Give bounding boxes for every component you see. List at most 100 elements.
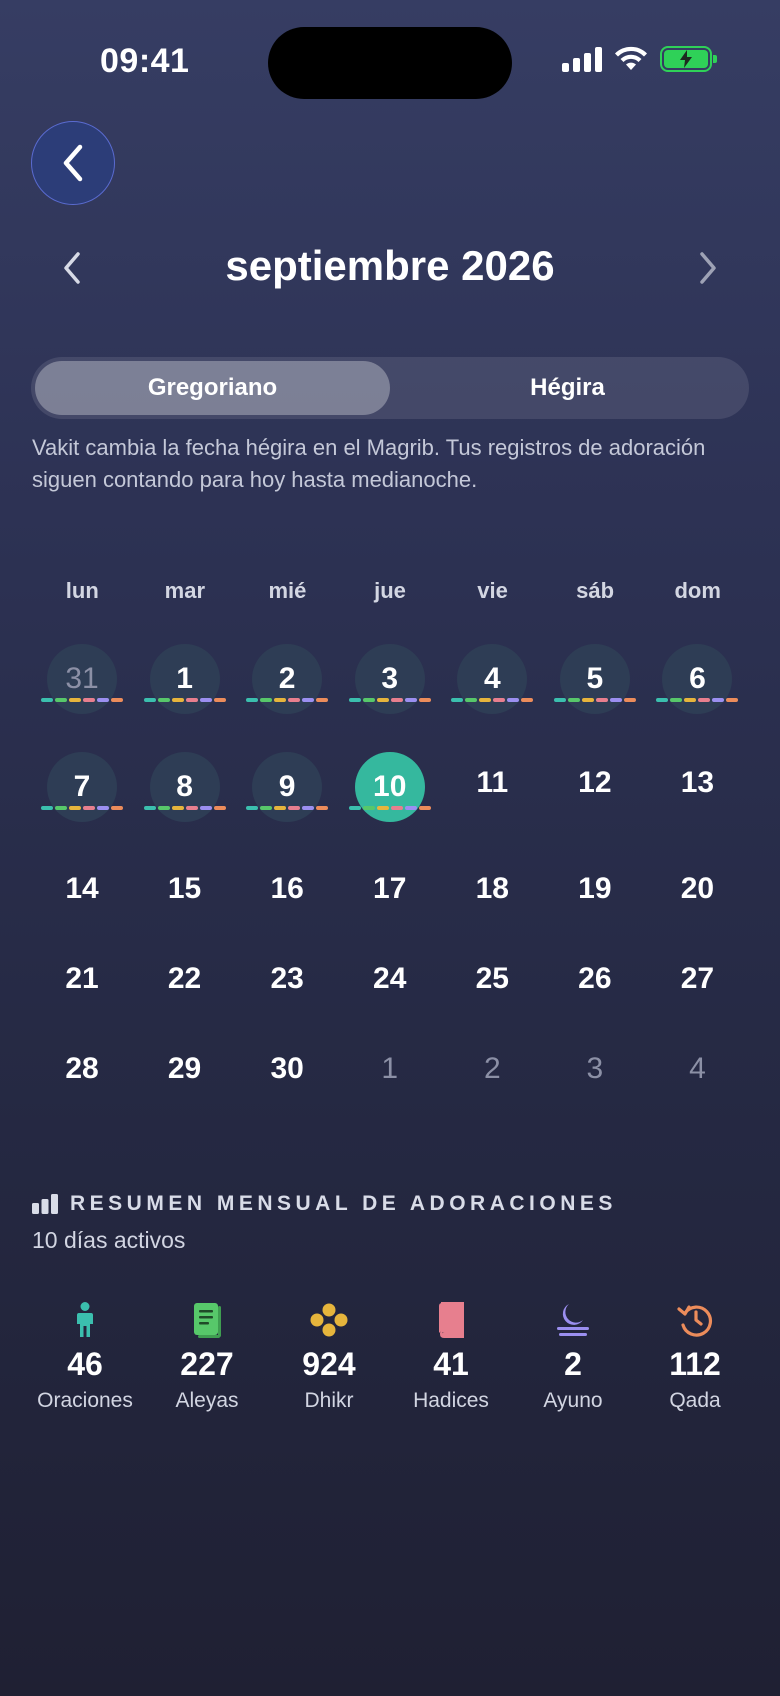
calendar-day[interactable]: 23 [236,948,338,1028]
day-number: 17 [373,872,407,905]
dynamic-island [268,27,512,99]
activity-dash [553,698,566,702]
activity-indicators [244,806,330,812]
activity-dash [479,698,492,702]
calendar-day[interactable]: 26 [544,948,646,1028]
chevron-right-icon [700,252,716,284]
calendar-day[interactable]: 8 [134,752,236,832]
month-header: septiembre 2026 [0,232,780,302]
calendar-day-today[interactable]: 10 [339,752,441,832]
calendar-day[interactable]: 13 [646,752,748,832]
activity-dash [348,698,361,702]
activity-indicators [142,806,228,812]
calendar-day[interactable]: 15 [134,858,236,938]
calendar-day[interactable]: 5 [544,644,646,724]
activity-indicators [654,698,740,704]
next-month-button[interactable] [688,246,728,290]
calendar-day[interactable]: 12 [544,752,646,832]
activity-dash [157,806,170,810]
activity-dash [316,806,329,810]
stat-verses[interactable]: 227 Aleyas [146,1300,268,1413]
activity-dash [684,698,697,702]
day-bubble: 22 [150,944,220,1014]
day-bubble: 4 [662,1034,732,1104]
activity-indicators [39,806,125,812]
day-bubble: 25 [457,944,527,1014]
calendar-day[interactable]: 2 [236,644,338,724]
calendar-day[interactable]: 20 [646,858,748,938]
day-number: 8 [176,770,193,803]
activity-indicators [347,806,433,812]
day-number: 21 [65,962,99,995]
beads-icon [310,1303,348,1337]
calendar-day[interactable]: 14 [31,858,133,938]
day-bubble: 12 [560,748,630,818]
day-number: 29 [167,1052,202,1085]
calendar-day[interactable]: 2 [441,1038,543,1118]
activity-dash [507,698,520,702]
calendar-day[interactable]: 27 [646,948,748,1028]
calendar-day[interactable]: 3 [544,1038,646,1118]
activity-dash [376,698,389,702]
person-icon [77,1302,93,1337]
activity-dash [698,698,711,702]
calendar-day[interactable]: 7 [31,752,133,832]
calendar-day[interactable]: 24 [339,948,441,1028]
calendar-day[interactable]: 31 [31,644,133,724]
calendar-day[interactable]: 1 [339,1038,441,1118]
day-bubble: 15 [150,854,220,924]
stat-label: Aleyas [175,1389,239,1412]
stat-value: 112 [669,1346,721,1382]
activity-dash [595,698,608,702]
stat-fasting[interactable]: 2 Ayuno [512,1300,634,1413]
calendar-day[interactable]: 4 [646,1038,748,1118]
activity-dash [260,806,273,810]
calendar-day[interactable]: 9 [236,752,338,832]
day-number: 11 [476,766,509,799]
activity-dash [712,698,725,702]
calendar-day[interactable]: 4 [441,644,543,724]
activity-dash [302,698,315,702]
activity-dash [55,698,67,702]
day-bubble: 26 [560,944,630,1014]
activity-dash [670,698,683,702]
activity-dash [493,698,506,702]
back-button[interactable] [31,121,115,205]
calendar-day[interactable]: 3 [339,644,441,724]
calendar-day[interactable]: 29 [134,1038,236,1118]
calendar-day[interactable]: 21 [31,948,133,1028]
stat-hadith[interactable]: 41 Hadices [390,1300,512,1413]
activity-dash [157,698,170,702]
activity-dash [726,698,739,702]
calendar-day[interactable]: 16 [236,858,338,938]
calendar-day[interactable]: 30 [236,1038,338,1118]
day-bubble: 17 [355,854,425,924]
stat-qada[interactable]: 112 Qada [634,1300,756,1413]
calendar-day[interactable]: 6 [646,644,748,724]
activity-dash [302,806,315,810]
stat-label: Dhikr [304,1389,354,1412]
status-bar: 09:41 [0,0,780,120]
calendar-day[interactable]: 22 [134,948,236,1028]
weekday-label: lun [65,578,99,603]
tab-gregorian[interactable]: Gregoriano [35,361,390,415]
day-bubble: 13 [662,748,732,818]
calendar-day[interactable]: 18 [441,858,543,938]
calendar-day[interactable]: 11 [441,752,543,832]
day-bubble: 29 [150,1034,220,1104]
calendar-day[interactable]: 19 [544,858,646,938]
day-bubble: 1 [355,1034,425,1104]
stat-prayers[interactable]: 46 Oraciones [24,1300,146,1413]
calendar-day[interactable]: 25 [441,948,543,1028]
day-bubble: 3 [560,1034,630,1104]
stat-dhikr[interactable]: 924 Dhikr [268,1300,390,1413]
calendar-day[interactable]: 28 [31,1038,133,1118]
activity-dash [609,698,622,702]
stat-label: Hadices [413,1389,489,1412]
stat-value: 46 [67,1346,103,1382]
tab-hijri[interactable]: Hégira [390,361,745,415]
activity-indicators [552,698,638,704]
day-number: 31 [65,662,99,695]
calendar-day[interactable]: 17 [339,858,441,938]
calendar-day[interactable]: 1 [134,644,236,724]
